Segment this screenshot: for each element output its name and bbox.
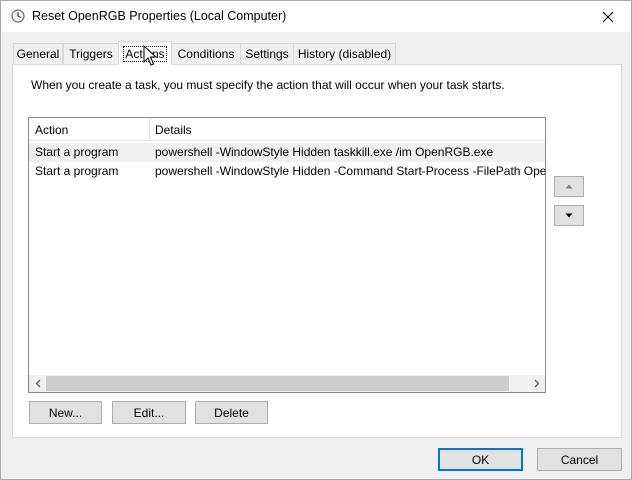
button-label: Delete — [214, 405, 249, 420]
tab-history[interactable]: History (disabled) — [293, 43, 396, 64]
delete-action-button[interactable]: Delete — [195, 401, 268, 424]
mouse-pointer-icon — [143, 45, 157, 66]
button-label: New... — [48, 405, 83, 420]
button-label: Cancel — [560, 452, 599, 467]
tab-label: General — [16, 47, 60, 61]
edit-action-button[interactable]: Edit... — [112, 401, 186, 424]
table-row[interactable]: Start a program powershell -WindowStyle … — [29, 143, 545, 162]
tab-label: Conditions — [177, 47, 235, 61]
cancel-button[interactable]: Cancel — [537, 448, 622, 471]
ok-button[interactable]: OK — [438, 448, 523, 471]
tab-label: Triggers — [69, 47, 113, 61]
move-up-button[interactable] — [554, 176, 584, 197]
horizontal-scrollbar[interactable] — [29, 375, 545, 392]
action-cell: Start a program — [35, 145, 119, 159]
chevron-right-icon — [534, 379, 539, 388]
properties-dialog: Reset OpenRGB Properties (Local Computer… — [0, 0, 632, 480]
new-action-button[interactable]: New... — [29, 401, 102, 424]
action-cell: Start a program — [35, 164, 119, 178]
tab-label: Settings — [245, 47, 289, 61]
actions-list[interactable]: Action Details Start a program powershel… — [28, 117, 546, 393]
button-label: OK — [471, 452, 490, 467]
scrollbar-thumb[interactable] — [46, 376, 509, 391]
tab-general[interactable]: General — [13, 43, 63, 64]
scroll-right-button[interactable] — [528, 375, 545, 392]
move-down-button[interactable] — [554, 205, 584, 226]
tab-triggers[interactable]: Triggers — [63, 43, 119, 64]
column-header-details[interactable]: Details — [155, 123, 192, 137]
column-divider[interactable] — [149, 118, 150, 141]
clock-icon — [11, 9, 25, 23]
window-title: Reset OpenRGB Properties (Local Computer… — [32, 9, 287, 23]
tab-conditions[interactable]: Conditions — [171, 43, 241, 64]
column-header-action[interactable]: Action — [35, 123, 68, 137]
scroll-left-button[interactable] — [29, 375, 46, 392]
title-bar: Reset OpenRGB Properties (Local Computer… — [1, 1, 631, 32]
close-button[interactable] — [585, 1, 631, 32]
list-header: Action Details — [29, 118, 545, 141]
button-label: Edit... — [133, 405, 165, 420]
details-cell: powershell -WindowStyle Hidden taskkill.… — [155, 145, 494, 159]
chevron-left-icon — [35, 379, 40, 388]
actions-description: When you create a task, you must specify… — [31, 78, 505, 92]
triangle-down-icon — [565, 213, 573, 218]
close-icon — [602, 11, 614, 22]
tab-settings[interactable]: Settings — [240, 43, 294, 64]
triangle-up-icon — [565, 184, 573, 189]
tab-label: History (disabled) — [297, 47, 392, 61]
details-cell: powershell -WindowStyle Hidden -Command … — [155, 164, 545, 178]
table-row[interactable]: Start a program powershell -WindowStyle … — [29, 162, 545, 181]
